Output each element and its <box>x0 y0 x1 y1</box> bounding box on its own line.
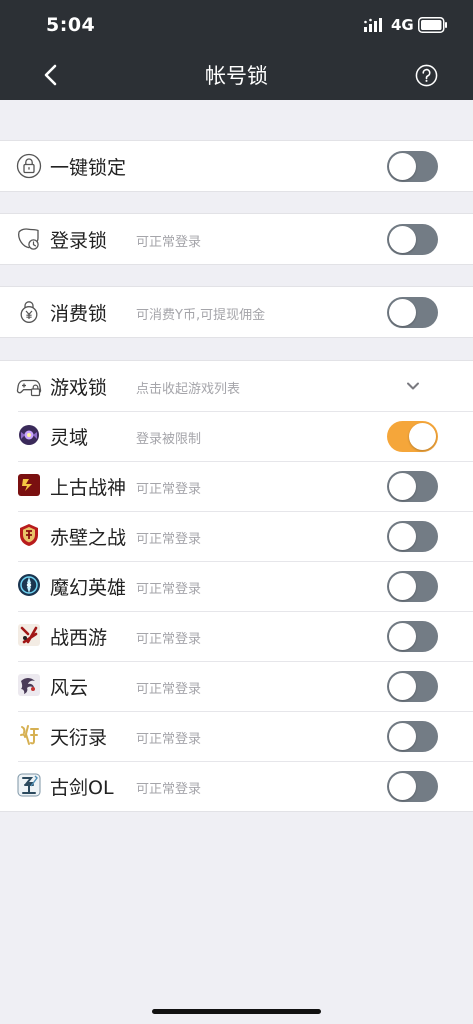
login-lock-row[interactable]: 登录锁 可正常登录 <box>0 214 473 264</box>
row-divider <box>18 411 473 412</box>
game-toggle-zhan-xiyou[interactable] <box>387 621 438 652</box>
game-name: 灵域 <box>50 427 89 449</box>
game-name: 战西游 <box>50 627 108 649</box>
mohuan-yingxiong-game-icon <box>18 574 40 596</box>
game-row-gujian-ol[interactable]: 古剑OL 可正常登录 <box>0 761 473 811</box>
game-row-zhan-xiyou[interactable]: 战西游 可正常登录 <box>0 611 473 661</box>
nav-bar: 帐号锁 <box>0 50 473 100</box>
toggle-knob <box>389 673 416 700</box>
game-status: 可正常登录 <box>136 782 202 797</box>
lingyu-game-icon <box>19 425 39 445</box>
game-toggle-fengyun[interactable] <box>387 671 438 702</box>
fengyun-game-icon <box>18 674 40 696</box>
login-lock-group: 登录锁 可正常登录 <box>0 213 473 265</box>
game-toggle-tianyanlu[interactable] <box>387 721 438 752</box>
game-name: 赤壁之战 <box>50 527 127 549</box>
toggle-knob <box>389 299 416 326</box>
signal-icon <box>364 18 382 32</box>
toggle-knob <box>389 723 416 750</box>
one-key-lock-row[interactable]: 一键锁定 <box>0 141 473 191</box>
zhan-xiyou-game-icon <box>18 624 40 646</box>
toggle-knob <box>389 773 416 800</box>
gamepad-lock-icon <box>16 379 42 397</box>
home-indicator[interactable] <box>152 1009 321 1014</box>
game-lock-hint[interactable]: 点击收起游戏列表 <box>136 378 240 397</box>
game-row-shanggu-zhanshen[interactable]: 上古战神 可正常登录 <box>0 461 473 511</box>
game-toggle-gujian-ol[interactable] <box>387 771 438 802</box>
game-name: 魔幻英雄 <box>50 577 127 599</box>
network-type: 4G <box>391 16 414 34</box>
game-toggle-mohuan-yingxiong[interactable] <box>387 571 438 602</box>
game-row-chibi-zhizhan[interactable]: 赤壁之战 可正常登录 <box>0 511 473 561</box>
status-bar: 5:04 4G <box>0 0 473 50</box>
row-divider <box>18 761 473 762</box>
game-name: 古剑OL <box>50 777 114 799</box>
game-status: 可正常登录 <box>136 532 202 547</box>
game-status: 可正常登录 <box>136 582 202 597</box>
row-divider <box>18 611 473 612</box>
toggle-knob <box>409 423 436 450</box>
game-row-mohuan-yingxiong[interactable]: 魔幻英雄 可正常登录 <box>0 561 473 611</box>
game-toggle-shanggu-zhanshen[interactable] <box>387 471 438 502</box>
game-status: 登录被限制 <box>136 432 202 447</box>
game-name: 风云 <box>50 677 89 699</box>
game-row-fengyun[interactable]: 风云 可正常登录 <box>0 661 473 711</box>
toggle-knob <box>389 153 416 180</box>
game-toggle-lingyu[interactable] <box>387 421 438 452</box>
spend-lock-toggle[interactable] <box>387 297 438 328</box>
game-lock-label: 游戏锁 <box>50 377 108 399</box>
game-status: 可正常登录 <box>136 732 202 747</box>
game-lock-group: 游戏锁 点击收起游戏列表 灵域 登录被限制 上古战神 可正常登录 赤壁之战 可正… <box>0 360 473 812</box>
page-title: 帐号锁 <box>205 64 268 88</box>
toggle-knob <box>389 623 416 650</box>
coin-lock-icon <box>20 301 38 323</box>
help-icon[interactable] <box>415 64 438 87</box>
toggle-knob <box>389 473 416 500</box>
spend-lock-label: 消费锁 <box>50 303 108 325</box>
status-time: 5:04 <box>46 14 96 36</box>
row-divider <box>18 511 473 512</box>
one-key-lock-toggle[interactable] <box>387 151 438 182</box>
row-divider <box>18 461 473 462</box>
chevron-down-icon[interactable] <box>405 380 421 392</box>
toggle-knob <box>389 523 416 550</box>
one-key-lock-label: 一键锁定 <box>50 157 127 179</box>
battery-icon <box>418 17 447 33</box>
one-key-lock-group: 一键锁定 <box>0 140 473 192</box>
row-divider <box>18 711 473 712</box>
login-lock-toggle[interactable] <box>387 224 438 255</box>
game-status: 可正常登录 <box>136 632 202 647</box>
row-divider <box>18 661 473 662</box>
chibi-zhizhan-game-icon <box>20 524 38 546</box>
gujian-ol-game-icon <box>17 773 41 797</box>
game-status: 可正常登录 <box>136 682 202 697</box>
padlock-icon <box>16 153 42 179</box>
spend-lock-status: 可消费Y币,可提现佣金 <box>136 308 266 323</box>
spend-lock-group: 消费锁 可消费Y币,可提现佣金 <box>0 286 473 338</box>
tianyanlu-game-icon <box>20 725 39 745</box>
toggle-knob <box>389 573 416 600</box>
login-lock-status: 可正常登录 <box>136 235 202 250</box>
row-divider <box>18 561 473 562</box>
login-lock-label: 登录锁 <box>50 230 108 252</box>
toggle-knob <box>389 226 416 253</box>
game-lock-row[interactable]: 游戏锁 点击收起游戏列表 <box>0 361 473 411</box>
game-row-lingyu[interactable]: 灵域 登录被限制 <box>0 411 473 461</box>
spend-lock-row[interactable]: 消费锁 可消费Y币,可提现佣金 <box>0 287 473 337</box>
game-row-tianyanlu[interactable]: 天衍录 可正常登录 <box>0 711 473 761</box>
game-name: 上古战神 <box>50 477 127 499</box>
login-lock-icon <box>18 228 39 250</box>
shanggu-zhanshen-game-icon <box>18 474 40 496</box>
game-status: 可正常登录 <box>136 482 202 497</box>
game-name: 天衍录 <box>50 727 108 749</box>
game-toggle-chibi-zhizhan[interactable] <box>387 521 438 552</box>
